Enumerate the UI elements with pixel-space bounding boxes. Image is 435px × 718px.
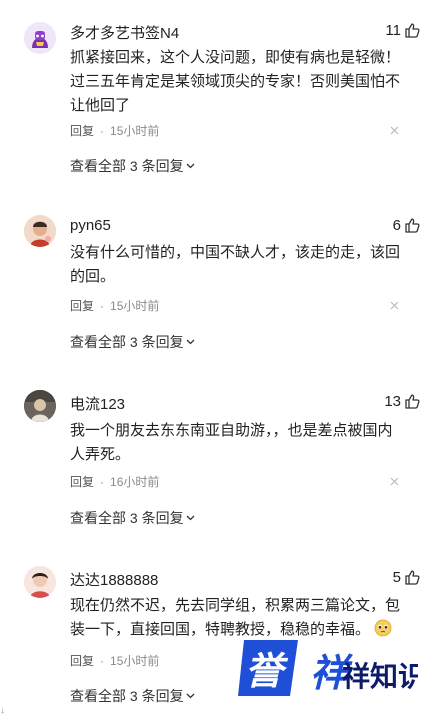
- scroll-edge-mark: ↓: [0, 705, 5, 716]
- view-replies-link[interactable]: 查看全部 3 条回复: [70, 508, 195, 528]
- view-replies-link[interactable]: 查看全部 3 条回复: [70, 156, 195, 176]
- avatar[interactable]: [24, 22, 56, 54]
- like-count: 11: [385, 22, 401, 39]
- watermark-logo: 誉 祥 祥知识: [238, 640, 418, 696]
- thumbs-up-icon[interactable]: [404, 22, 420, 38]
- close-icon[interactable]: [390, 126, 399, 135]
- view-replies-link[interactable]: 查看全部 3 条回复: [70, 332, 195, 352]
- comment-item: 多才多艺书签N4 11 抓紧接回来，这个人没问题，即使有病也是轻微！过三五年肯定…: [0, 0, 435, 190]
- username[interactable]: pyn65: [70, 217, 111, 234]
- timestamp: 15小时前: [110, 654, 160, 668]
- reply-button[interactable]: 回复: [70, 654, 94, 668]
- view-replies-label: 查看全部 3 条回复: [70, 688, 184, 704]
- avatar[interactable]: [24, 566, 56, 598]
- timestamp: 15小时前: [110, 299, 160, 313]
- username[interactable]: 电流123: [70, 393, 125, 414]
- username[interactable]: 达达1888888: [70, 569, 158, 590]
- separator-dot: ·: [100, 124, 105, 138]
- comment-meta: 回复 · 16小时前: [70, 473, 159, 490]
- timestamp: 15小时前: [110, 124, 160, 138]
- separator-dot: ·: [100, 654, 105, 668]
- avatar[interactable]: [24, 215, 56, 247]
- close-icon[interactable]: [390, 301, 399, 310]
- comment-text: 抓紧接回来，这个人没问题，即使有病也是轻微！过三五年肯定是某领域顶尖的专家！否则…: [70, 49, 401, 114]
- separator-dot: ·: [100, 475, 105, 489]
- chevron-down-icon: [186, 339, 195, 345]
- view-replies-link[interactable]: 查看全部 3 条回复: [70, 686, 195, 706]
- comment-meta: 回复 · 15小时前: [70, 122, 159, 139]
- view-replies-label: 查看全部 3 条回复: [70, 158, 184, 174]
- comment-text: 现在仍然不迟，先去同学组，积累两三篇论文，包装一下，直接回国，特聘教授，稳稳的幸…: [70, 594, 406, 642]
- chevron-down-icon: [186, 693, 195, 699]
- chevron-down-icon: [186, 515, 195, 521]
- view-replies-label: 查看全部 3 条回复: [70, 510, 184, 526]
- thumbs-up-icon[interactable]: [404, 393, 420, 409]
- close-icon[interactable]: [390, 477, 399, 486]
- svg-text:祥知识: 祥知识: [342, 660, 418, 693]
- comment-meta: 回复 · 15小时前: [70, 652, 159, 669]
- comment-text: 没有什么可惜的，中国不缺人才，该走的走，该回的回。: [70, 244, 401, 285]
- timestamp: 16小时前: [110, 475, 160, 489]
- comment-item: pyn65 6 没有什么可惜的，中国不缺人才，该走的走，该回的回。 回复 · 15小…: [0, 190, 435, 370]
- separator-dot: ·: [100, 299, 105, 313]
- comment-meta: 回复 · 15小时前: [70, 297, 159, 314]
- reply-button[interactable]: 回复: [70, 124, 94, 138]
- comment-item: 电流123 13 我一个朋友去东东南亚自助游，，也是差点被国内人弄死。 回复 · 1…: [0, 370, 435, 550]
- chevron-down-icon: [186, 163, 195, 169]
- comment-text-content: 现在仍然不迟，先去同学组，积累两三篇论文，包装一下，直接回国，特聘教授，稳稳的幸…: [70, 597, 401, 638]
- like-count: 6: [392, 217, 401, 234]
- thumbs-up-icon[interactable]: [404, 569, 420, 585]
- like-count: 5: [392, 569, 401, 586]
- view-replies-label: 查看全部 3 条回复: [70, 334, 184, 350]
- like-count: 13: [384, 393, 401, 410]
- pleading-face-emoji: [374, 619, 392, 637]
- svg-text:誉: 誉: [245, 649, 289, 693]
- thumbs-up-icon[interactable]: [404, 217, 420, 233]
- avatar[interactable]: [24, 390, 56, 422]
- reply-button[interactable]: 回复: [70, 475, 94, 489]
- reply-button[interactable]: 回复: [70, 299, 94, 313]
- comment-text: 我一个朋友去东东南亚自助游，，也是差点被国内人弄死。: [70, 422, 393, 463]
- username[interactable]: 多才多艺书签N4: [70, 22, 179, 43]
